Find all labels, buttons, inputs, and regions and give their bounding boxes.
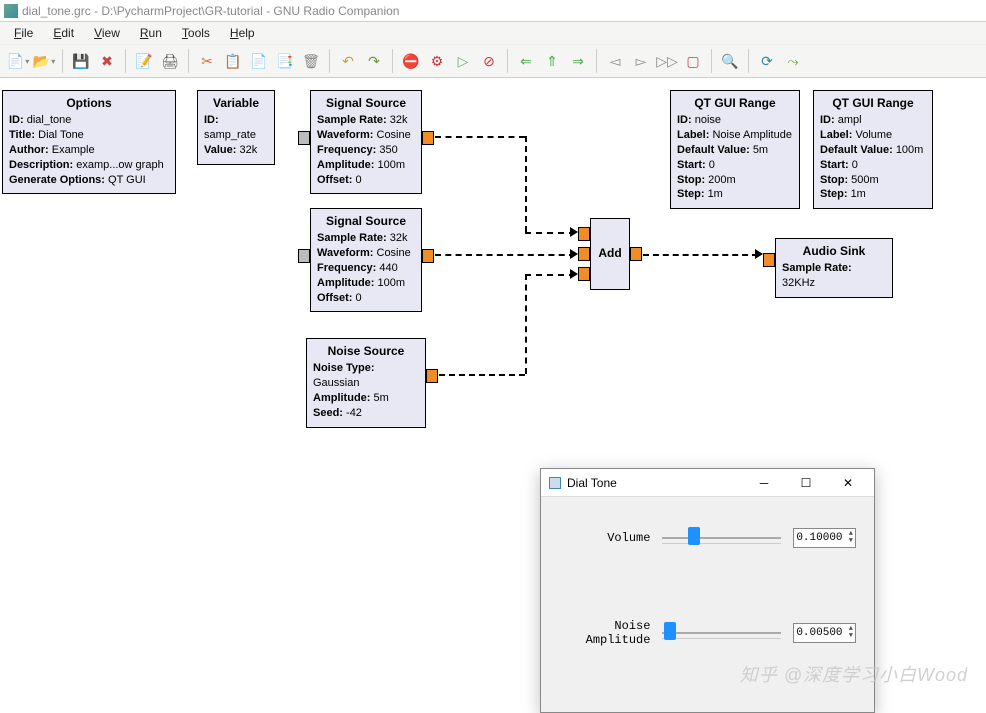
delete-icon[interactable]: ✖	[95, 49, 119, 73]
input-port-0[interactable]	[578, 227, 590, 241]
connection	[525, 274, 527, 374]
noise-amplitude-control: Noise Amplitude 0.00500 ▲▼	[559, 619, 856, 647]
dial-tone-window[interactable]: Dial Tone ─ ☐ ✕ Volume 0.10000 ▲▼ Noise …	[540, 468, 875, 713]
undo-icon[interactable]: ↶	[336, 49, 360, 73]
maximize-icon[interactable]: ☐	[788, 473, 824, 493]
output-port[interactable]	[630, 247, 642, 261]
menu-view[interactable]: View	[86, 24, 128, 42]
input-port-1[interactable]	[578, 247, 590, 261]
cut-icon[interactable]: ✂	[195, 49, 219, 73]
slider-label: Noise Amplitude	[559, 619, 650, 647]
window-title: dial_tone.grc - D:\PycharmProject\GR-tut…	[22, 4, 399, 18]
minimize-icon[interactable]: ─	[746, 473, 782, 493]
noise-amplitude-spinbox[interactable]: 0.00500 ▲▼	[793, 623, 856, 643]
stop-sign-icon[interactable]: ⛔	[399, 49, 423, 73]
save-icon[interactable]: 💾	[69, 49, 93, 73]
toolbar: 📄▾ 📂▾ 💾 ✖ 📝 🖨 ✂ 📋 📄 📑 🗑 ↶ ↷ ⛔ ⚙ ▷ ⊘ ⇐ ⇑ …	[0, 44, 986, 78]
add-block[interactable]: Add	[590, 218, 630, 290]
dialog-title: Dial Tone	[567, 476, 617, 490]
connection	[525, 232, 575, 234]
menu-run[interactable]: Run	[132, 24, 170, 42]
input-port[interactable]	[763, 253, 775, 267]
forward-icon[interactable]: ⇒	[566, 49, 590, 73]
connection	[643, 254, 758, 256]
trash-icon[interactable]: 🗑	[299, 49, 323, 73]
noise-source-block[interactable]: Noise Source Noise Type: Gaussian Amplit…	[306, 338, 426, 428]
slider-thumb[interactable]	[664, 622, 676, 640]
arrowhead-icon	[570, 249, 578, 259]
noise-amplitude-slider[interactable]	[662, 622, 781, 644]
paste-icon[interactable]: 📄	[247, 49, 271, 73]
arrowhead-icon	[755, 249, 763, 259]
record-settings-icon[interactable]: ⚙	[425, 49, 449, 73]
input-port[interactable]	[298, 131, 310, 145]
redo-icon[interactable]: ↷	[362, 49, 386, 73]
flowgraph-canvas[interactable]: Options ID: dial_tone Title: Dial Tone A…	[0, 78, 986, 695]
options-block[interactable]: Options ID: dial_tone Title: Dial Tone A…	[2, 90, 176, 194]
qt-gui-range-ampl-block[interactable]: QT GUI Range ID: ampl Label: Volume Defa…	[813, 90, 933, 209]
edit-icon[interactable]: 📝	[132, 49, 156, 73]
connection	[435, 136, 525, 138]
back-icon[interactable]: ⇐	[514, 49, 538, 73]
connection	[525, 274, 575, 276]
menu-help[interactable]: Help	[222, 24, 263, 42]
block-title: Options	[9, 95, 169, 111]
input-port[interactable]	[298, 249, 310, 263]
step-back-icon[interactable]: ◅	[603, 49, 627, 73]
paste-all-icon[interactable]: 📑	[273, 49, 297, 73]
menubar: File Edit View Run Tools Help	[0, 22, 986, 44]
audio-sink-block[interactable]: Audio Sink Sample Rate: 32KHz	[775, 238, 893, 298]
menu-tools[interactable]: Tools	[174, 24, 218, 42]
output-port[interactable]	[422, 131, 434, 145]
close-icon[interactable]: ✕	[830, 473, 866, 493]
variable-block[interactable]: Variable ID: samp_rate Value: 32k	[197, 90, 275, 165]
clear-icon[interactable]: ▢	[681, 49, 705, 73]
input-port-2[interactable]	[578, 267, 590, 281]
slider-thumb[interactable]	[688, 527, 700, 545]
slider-label: Volume	[559, 531, 650, 545]
output-port[interactable]	[426, 369, 438, 383]
volume-spinbox[interactable]: 0.10000 ▲▼	[793, 528, 856, 548]
new-icon[interactable]: 📄▾	[6, 49, 30, 73]
connection	[435, 254, 575, 256]
menu-file[interactable]: File	[6, 24, 41, 42]
menu-edit[interactable]: Edit	[45, 24, 82, 42]
copy-icon[interactable]: 📋	[221, 49, 245, 73]
window-icon	[549, 477, 561, 489]
up-icon[interactable]: ⇑	[540, 49, 564, 73]
reload-all-icon[interactable]: ⤳	[781, 49, 805, 73]
search-icon[interactable]: 🔍	[718, 49, 742, 73]
signal-source-1-block[interactable]: Signal Source Sample Rate: 32k Waveform:…	[310, 90, 422, 194]
play-icon[interactable]: ▷	[451, 49, 475, 73]
volume-slider[interactable]	[662, 527, 781, 549]
open-icon[interactable]: 📂▾	[32, 49, 56, 73]
arrowhead-icon	[570, 227, 578, 237]
connection	[439, 374, 525, 376]
step-into-icon[interactable]: ▻	[629, 49, 653, 73]
step-forward-icon[interactable]: ▷▷	[655, 49, 679, 73]
app-icon	[4, 4, 18, 18]
stop-icon[interactable]: ⊘	[477, 49, 501, 73]
signal-source-2-block[interactable]: Signal Source Sample Rate: 32k Waveform:…	[310, 208, 422, 312]
arrowhead-icon	[570, 269, 578, 279]
volume-control: Volume 0.10000 ▲▼	[559, 527, 856, 549]
connection	[525, 136, 527, 232]
print-icon[interactable]: 🖨	[158, 49, 182, 73]
qt-gui-range-noise-block[interactable]: QT GUI Range ID: noise Label: Noise Ampl…	[670, 90, 800, 209]
reload-icon[interactable]: ⟳	[755, 49, 779, 73]
window-titlebar: dial_tone.grc - D:\PycharmProject\GR-tut…	[0, 0, 986, 22]
output-port[interactable]	[422, 249, 434, 263]
